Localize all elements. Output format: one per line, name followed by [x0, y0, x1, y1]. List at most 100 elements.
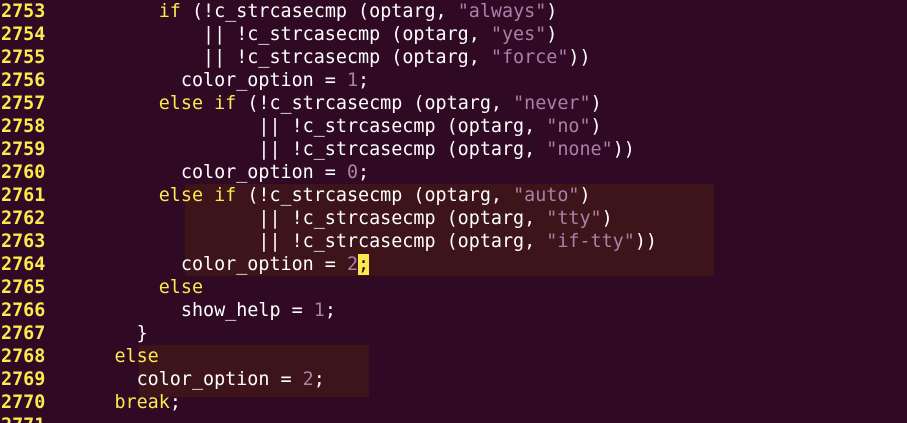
code-token: || !c_strcasecmp (optarg, — [203, 47, 491, 68]
code-token: || !c_strcasecmp (optarg, — [258, 208, 547, 229]
code-text: || !c_strcasecmp (optarg, "no") — [48, 116, 601, 137]
code-token: (!c_strcasecmp (optarg, — [180, 1, 458, 22]
code-token: } — [136, 323, 148, 344]
number-token: 0 — [346, 162, 359, 183]
code-text: break; — [48, 392, 180, 413]
code-line[interactable]: 2753 if (!c_strcasecmp (optarg, "always"… — [0, 0, 907, 23]
code-line[interactable]: 2760 color_option = 0; — [0, 161, 907, 184]
string-token: "tty" — [546, 208, 602, 229]
code-token: ) — [590, 93, 602, 114]
code-token: || !c_strcasecmp (optarg, — [258, 139, 547, 160]
code-text: else — [48, 277, 203, 298]
indentation — [48, 162, 181, 183]
line-number: 2759 — [1, 139, 46, 160]
indentation — [48, 323, 137, 344]
code-token: ) — [546, 1, 558, 22]
code-token: ) — [546, 24, 558, 45]
text-cursor: ; — [358, 254, 370, 275]
line-number: 2753 — [1, 1, 46, 22]
line-number: 2757 — [1, 93, 46, 114]
indentation — [48, 277, 159, 298]
code-editor[interactable]: 2753 if (!c_strcasecmp (optarg, "always"… — [0, 0, 907, 423]
code-token: ; — [324, 300, 336, 321]
code-text: else if (!c_strcasecmp (optarg, "auto") — [48, 185, 591, 206]
indentation — [48, 47, 203, 68]
keyword-token: break — [114, 392, 170, 413]
code-text: color_option = 1; — [48, 70, 369, 91]
code-token: show_help = — [180, 300, 314, 321]
indentation — [48, 116, 258, 137]
line-number: 2768 — [1, 346, 46, 367]
code-line[interactable]: 2762 || !c_strcasecmp (optarg, "tty") — [0, 207, 907, 230]
line-number: 2771 — [0, 414, 48, 423]
code-token: ; — [358, 162, 370, 183]
code-line[interactable]: 2764 color_option = 2; — [0, 253, 907, 276]
code-text: color_option = 0; — [48, 162, 369, 183]
line-number: 2770 — [1, 392, 46, 413]
code-line[interactable]: 2758 || !c_strcasecmp (optarg, "no") — [0, 115, 907, 138]
string-token: "force" — [490, 47, 569, 68]
number-token: 2 — [302, 369, 314, 390]
line-number: 2763 — [1, 231, 46, 252]
code-text: color_option = 2; — [48, 254, 370, 275]
code-token: (!c_strcasecmp (optarg, — [236, 185, 514, 206]
code-text: if (!c_strcasecmp (optarg, "always") — [48, 1, 558, 22]
line-number: 2755 — [1, 47, 46, 68]
code-line[interactable]: 2754 || !c_strcasecmp (optarg, "yes") — [0, 23, 907, 46]
code-token: color_option = — [180, 254, 347, 275]
code-token: color_option = — [180, 162, 347, 183]
code-token: || !c_strcasecmp (optarg, — [203, 24, 491, 45]
code-line[interactable]: 2766 show_help = 1; — [0, 299, 907, 322]
indentation — [48, 93, 159, 114]
code-line[interactable]: 2755 || !c_strcasecmp (optarg, "force")) — [0, 46, 907, 69]
code-text: } — [48, 323, 148, 344]
string-token: "auto" — [513, 185, 580, 206]
keyword-token: if — [158, 1, 181, 22]
code-text: || !c_strcasecmp (optarg, "if-tty")) — [48, 231, 657, 252]
string-token: "no" — [546, 116, 591, 137]
code-token: ) — [601, 208, 613, 229]
code-line[interactable]: 2761 else if (!c_strcasecmp (optarg, "au… — [0, 184, 907, 207]
line-number: 2765 — [1, 277, 46, 298]
code-lines: 2753 if (!c_strcasecmp (optarg, "always"… — [0, 0, 907, 423]
indentation — [48, 185, 159, 206]
code-token: )) — [568, 47, 591, 68]
code-text: else if (!c_strcasecmp (optarg, "never") — [48, 93, 602, 114]
code-line[interactable]: 2769 color_option = 2; — [0, 368, 907, 391]
code-line[interactable]: 2757 else if (!c_strcasecmp (optarg, "ne… — [0, 92, 907, 115]
code-text: else — [48, 346, 158, 367]
code-line[interactable]: 2768 else — [0, 345, 907, 368]
code-line[interactable]: 2767 } — [0, 322, 907, 345]
string-token: "yes" — [490, 24, 547, 45]
string-token: "always" — [457, 1, 547, 22]
code-token: )) — [634, 231, 657, 252]
code-text: || !c_strcasecmp (optarg, "tty") — [48, 208, 613, 229]
line-number: 2762 — [1, 208, 46, 229]
code-token: ) — [579, 185, 591, 206]
indentation — [48, 231, 258, 252]
code-token: ; — [358, 70, 370, 91]
string-token: "none" — [546, 139, 613, 160]
code-token: color_option = — [136, 369, 303, 390]
indentation — [48, 139, 258, 160]
line-number: 2754 — [1, 24, 46, 45]
number-token: 1 — [346, 70, 359, 91]
number-token: 1 — [313, 300, 325, 321]
line-number: 2767 — [1, 323, 46, 344]
keyword-token: else — [158, 277, 204, 298]
indentation — [48, 1, 159, 22]
code-text: || !c_strcasecmp (optarg, "yes") — [48, 24, 557, 45]
code-line[interactable]: 2765 else — [0, 276, 907, 299]
code-text: show_help = 1; — [48, 300, 336, 321]
keyword-token: else if — [158, 93, 237, 114]
line-number: 2764 — [1, 254, 46, 275]
code-line[interactable]: 2756 color_option = 1; — [0, 69, 907, 92]
code-token: || !c_strcasecmp (optarg, — [258, 116, 547, 137]
code-token: || !c_strcasecmp (optarg, — [258, 231, 547, 252]
code-line[interactable]: 2770 break; — [0, 391, 907, 414]
code-token: (!c_strcasecmp (optarg, — [236, 93, 514, 114]
line-number: 2766 — [1, 300, 46, 321]
code-line[interactable]: 2771 — [0, 414, 907, 423]
code-line[interactable]: 2763 || !c_strcasecmp (optarg, "if-tty")… — [0, 230, 907, 253]
code-line[interactable]: 2759 || !c_strcasecmp (optarg, "none")) — [0, 138, 907, 161]
